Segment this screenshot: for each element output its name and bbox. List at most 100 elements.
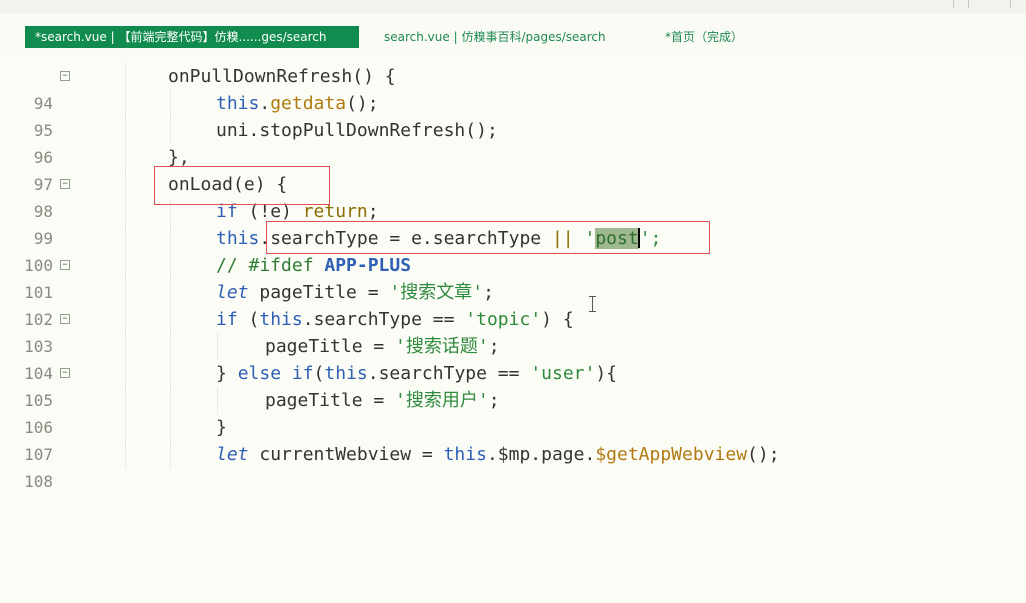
indent-guide (125, 198, 126, 225)
code-token: '搜索话题' (395, 336, 489, 357)
code-token: this (216, 228, 260, 249)
highlight-box-searchtype (266, 221, 710, 254)
code-token: (); (346, 93, 379, 114)
indent-guide (125, 414, 126, 441)
code-token: this (259, 309, 303, 330)
indent-guide (170, 117, 171, 144)
code-token: currentWebview = (248, 444, 444, 465)
code-token: pageTitle = (248, 282, 390, 303)
code-token: pageTitle = (265, 390, 396, 411)
top-strip (0, 0, 1026, 15)
indent-guide (125, 306, 126, 333)
indent-guide (170, 414, 171, 441)
code-line: 108 let currentWebview = this.$mp.page.$… (0, 441, 1026, 491)
code-token: onPullDownRefresh() { (168, 66, 396, 87)
indent-guide (125, 279, 126, 306)
mouse-ibeam-cursor-icon (589, 296, 599, 312)
code-token: let (216, 282, 249, 303)
code-token: } (216, 417, 227, 438)
strip-divider (968, 0, 969, 8)
indent-guide (170, 387, 171, 414)
code-token: let (216, 444, 249, 465)
code-line: 101 − // #ifdef APP-PLUS (0, 252, 1026, 302)
code-line: 96 uni.stopPullDownRefresh(); (0, 117, 1026, 167)
code-line: 95 this.getdata(); (0, 90, 1026, 140)
code-token: ) { (541, 309, 574, 330)
code-token: .searchType == (367, 363, 531, 384)
strip-divider (953, 0, 954, 8)
code-token: ( (237, 309, 260, 330)
code-token: // #ifdef (216, 255, 325, 276)
fold-toggle-icon[interactable]: − (60, 314, 70, 324)
indent-guide (170, 333, 171, 360)
code-token: else if (237, 363, 314, 384)
code-line: 104 pageTitle = '搜索话题'; (0, 333, 1026, 383)
code-token: }, (168, 147, 190, 168)
code-token: this (443, 444, 487, 465)
editor-tab-bar: *search.vue | 【前端完整代码】仿糗......ges/search… (0, 14, 1026, 60)
code-line: 107 } (0, 414, 1026, 464)
indent-guide (125, 441, 126, 468)
code-line: 94 − onPullDownRefresh() { (0, 63, 1026, 113)
code-token: 'user' (530, 363, 596, 384)
fold-toggle-icon[interactable]: − (60, 260, 70, 270)
code-line: 106 pageTitle = '搜索用户'; (0, 387, 1026, 437)
indent-guide (217, 333, 218, 360)
line-number: 108 (24, 472, 53, 491)
code-token: .$mp.page. (486, 444, 596, 465)
tab-home[interactable]: *首页（完成） (665, 26, 743, 48)
code-editor[interactable]: 94 − onPullDownRefresh() { 95 this.getda… (0, 63, 1026, 491)
indent-guide (125, 252, 126, 279)
strip-divider (1010, 0, 1011, 8)
indent-guide (125, 171, 126, 198)
code-line: 105 − } else if(this.searchType == 'user… (0, 360, 1026, 410)
code-token: 'topic' (465, 309, 542, 330)
code-token: this (216, 93, 260, 114)
fold-toggle-icon[interactable]: − (60, 368, 70, 378)
code-line: 103 − if (this.searchType == 'topic') { (0, 306, 1026, 356)
indent-guide (125, 90, 126, 117)
code-token: if (216, 309, 238, 330)
code-line: 102 let pageTitle = '搜索文章'; (0, 279, 1026, 329)
tab-search-vue-active[interactable]: *search.vue | 【前端完整代码】仿糗......ges/search (25, 26, 359, 48)
code-token: (); (465, 120, 498, 141)
code-token: $getAppWebview (595, 444, 748, 465)
code-token: . (259, 93, 271, 114)
indent-guide (170, 441, 171, 468)
code-token: getdata (270, 93, 347, 114)
indent-guide (170, 279, 171, 306)
indent-guide (170, 90, 171, 117)
fold-toggle-icon[interactable]: − (60, 179, 70, 189)
indent-guide (217, 387, 218, 414)
code-token: '搜索文章' (389, 282, 484, 303)
highlight-box-onload (154, 166, 330, 205)
code-token: pageTitle = (265, 336, 396, 357)
indent-guide (170, 225, 171, 252)
code-token: ; (367, 201, 379, 222)
code-token: .searchType == (302, 309, 466, 330)
code-token: ){ (595, 363, 618, 384)
code-token: '搜索用户' (395, 390, 489, 411)
code-token: ; (483, 282, 494, 303)
indent-guide (125, 333, 126, 360)
code-token: ( (313, 363, 325, 384)
indent-guide (170, 252, 171, 279)
code-token: ; (488, 336, 500, 357)
indent-guide (125, 360, 126, 387)
code-token: ; (488, 390, 500, 411)
indent-guide (125, 387, 126, 414)
indent-guide (170, 360, 171, 387)
code-token: stopPullDownRefresh (259, 120, 466, 141)
indent-guide (125, 225, 126, 252)
tab-search-vue[interactable]: search.vue | 仿糗事百科/pages/search (384, 26, 606, 48)
code-token: uni. (216, 120, 260, 141)
indent-guide (125, 144, 126, 171)
code-token: APP-PLUS (324, 255, 412, 276)
indent-guide (125, 117, 126, 144)
indent-guide (125, 63, 126, 90)
fold-toggle-icon[interactable]: − (60, 71, 70, 81)
code-token: this (324, 363, 368, 384)
indent-guide (170, 306, 171, 333)
code-token: } (216, 363, 238, 384)
code-token: (); (747, 444, 780, 465)
